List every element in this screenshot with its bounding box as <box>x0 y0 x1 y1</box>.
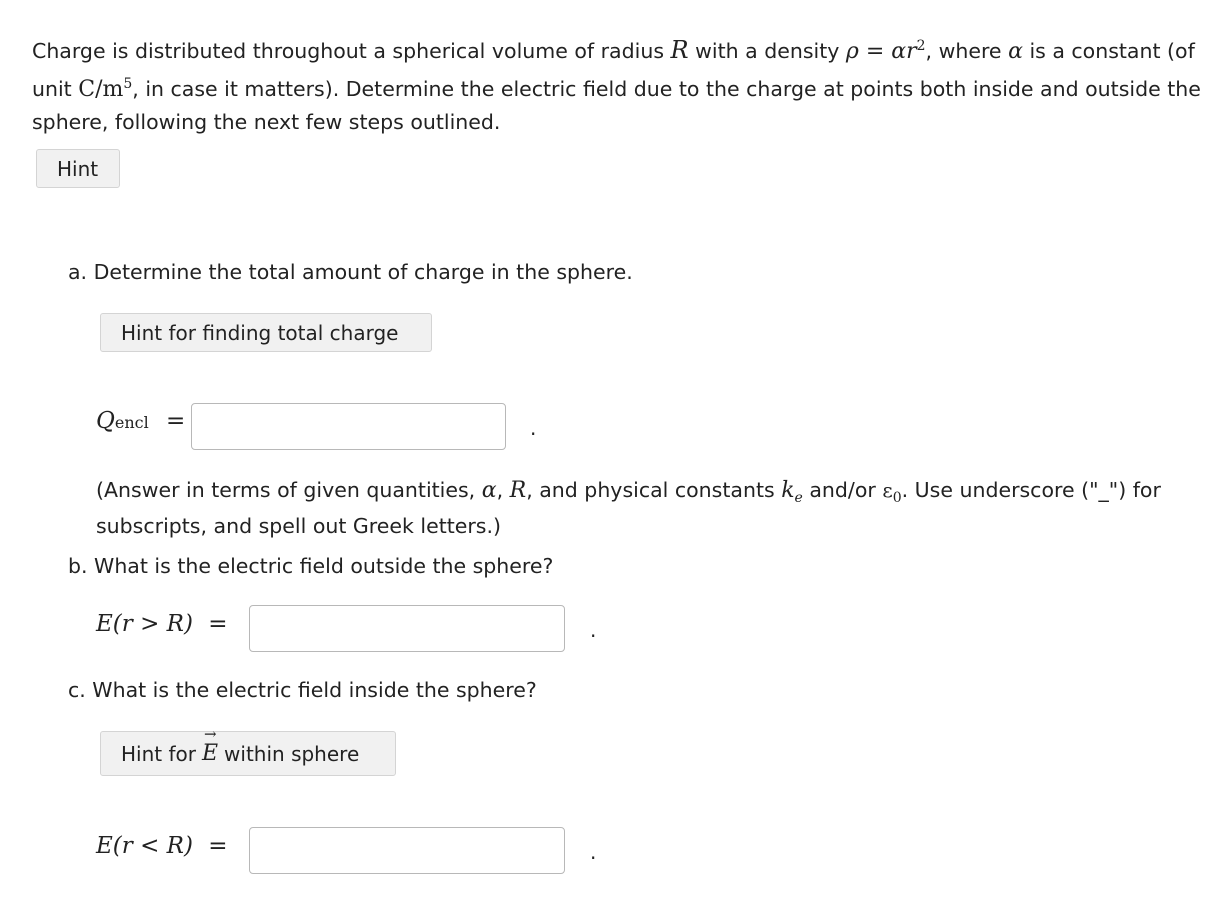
q-subscript: encl <box>114 413 149 432</box>
exponent: 2 <box>916 38 926 54</box>
note-text: , and physical constants <box>526 478 782 502</box>
e-inside-expression: E(r < R) <box>96 833 193 859</box>
epsilon-subscript: 0 <box>892 490 902 507</box>
radius-symbol: R <box>670 35 689 64</box>
intro-text: Charge is distributed throughout a spher… <box>32 38 671 63</box>
hint-button[interactable]: Hint <box>36 149 120 188</box>
radius-symbol: R <box>509 478 527 503</box>
intro-text: with a density <box>688 38 846 63</box>
hint-total-charge-button[interactable]: Hint for finding total charge <box>100 313 432 352</box>
period: . <box>530 416 537 440</box>
period: . <box>590 618 597 642</box>
note-text: and/or <box>802 478 883 502</box>
period: . <box>590 840 597 864</box>
problem-statement: Charge is distributed throughout a spher… <box>32 30 1202 139</box>
equals-sign: = <box>208 833 228 859</box>
e-vector-symbol: E <box>202 725 218 766</box>
answer-instructions: (Answer in terms of given quantities, α,… <box>96 476 1206 540</box>
hint-e-within-sphere-button[interactable]: Hint for E within sphere <box>100 725 396 776</box>
note-text: (Answer in terms of given quantities, <box>96 478 482 502</box>
part-a-question: a. Determine the total amount of charge … <box>68 260 633 284</box>
unit-symbol: C/m <box>78 76 124 102</box>
k-symbol: k <box>781 478 795 503</box>
note-text: , <box>496 478 510 502</box>
intro-text: , where <box>925 38 1009 63</box>
q-symbol: Q <box>96 408 115 434</box>
hint-text: Hint for <box>121 741 196 766</box>
epsilon-symbol: ε <box>882 478 893 502</box>
e-outside-label: E(r > R) = <box>96 611 228 637</box>
exponent: 5 <box>123 75 133 92</box>
equals-sign: = <box>208 611 228 637</box>
e-inside-label: E(r < R) = <box>96 833 228 859</box>
q-encl-input[interactable] <box>191 403 506 450</box>
intro-text: , in case it matters). Determine the ele… <box>32 76 1201 134</box>
e-outside-expression: E(r > R) <box>96 611 193 637</box>
e-outside-input[interactable] <box>249 605 565 652</box>
equals-sign: = <box>166 408 186 434</box>
part-c-question: c. What is the electric field inside the… <box>68 678 537 702</box>
hint-text: within sphere <box>224 741 360 766</box>
e-inside-input[interactable] <box>249 827 565 874</box>
k-subscript: e <box>794 490 803 507</box>
alpha-symbol: α <box>481 478 497 503</box>
alpha-symbol: α <box>1008 38 1023 64</box>
density-formula: ρ = αr <box>845 38 917 64</box>
part-b-question: b. What is the electric field outside th… <box>68 554 554 578</box>
q-encl-label: Qencl = <box>96 408 185 434</box>
